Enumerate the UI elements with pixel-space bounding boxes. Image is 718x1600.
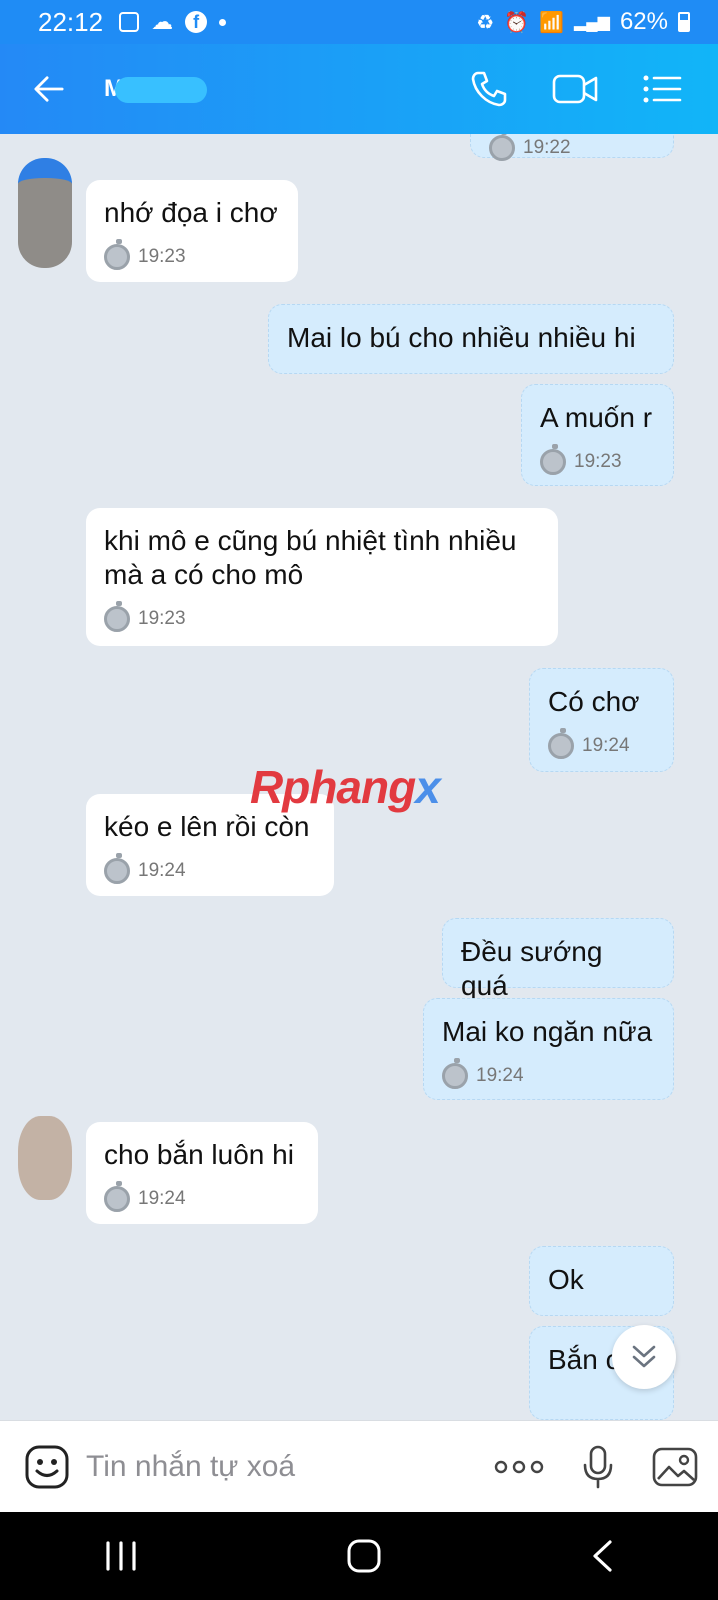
recycle-icon: ♻ <box>476 11 495 34</box>
stopwatch-icon <box>489 134 515 161</box>
list-menu-icon[interactable] <box>642 74 682 104</box>
status-time: 22:12 <box>38 6 104 37</box>
image-gallery-icon[interactable] <box>652 1447 698 1487</box>
message-time: 19:24 <box>138 860 186 881</box>
avatar[interactable] <box>18 1116 72 1200</box>
watermark-logo: Rphangx <box>250 761 441 813</box>
video-camera-icon[interactable] <box>552 72 598 106</box>
message-bubble-incoming[interactable]: khi mô e cũng bú nhiệt tình nhiều mà a c… <box>86 508 558 646</box>
arrow-left-icon <box>34 76 64 102</box>
message-bubble-incoming[interactable]: nhớ đọa i chơ 19:23 <box>86 180 298 282</box>
message-bubble-outgoing[interactable]: Đều sướng quá <box>442 918 674 1001</box>
message-text: cho bắn luôn hi <box>104 1139 294 1170</box>
message-bubble-outgoing[interactable]: Có chơ 19:24 <box>529 668 674 772</box>
more-dots-icon[interactable] <box>494 1457 544 1477</box>
message-bubble-incoming[interactable]: cho bắn luôn hi 19:24 <box>86 1122 318 1224</box>
cloud-icon: ☁ <box>151 9 174 34</box>
message-text: Đều sướng quá <box>461 936 611 1001</box>
message-time: 19:22 <box>523 137 571 158</box>
recent-apps-icon[interactable] <box>104 1541 138 1571</box>
alarm-icon: ⏰ <box>504 11 530 34</box>
stopwatch-icon <box>442 1058 468 1089</box>
message-text: khi mô e cũng bú nhiệt tình nhiều mà a c… <box>104 525 517 590</box>
microphone-icon[interactable] <box>582 1445 614 1489</box>
avatar[interactable] <box>18 158 72 268</box>
stopwatch-icon <box>104 239 130 270</box>
stopwatch-icon <box>548 728 574 759</box>
message-bubble-outgoing[interactable]: Mai lo bú cho nhiều nhiều hi <box>268 304 674 374</box>
message-text: Mai lo bú cho nhiều nhiều hi <box>287 322 636 353</box>
message-text: Có chơ <box>548 686 640 717</box>
gallery-notification-icon <box>119 12 140 32</box>
battery-icon <box>678 12 690 32</box>
message-time: 19:24 <box>582 735 630 756</box>
home-icon[interactable] <box>346 1538 382 1574</box>
message-text: Ok <box>548 1264 584 1295</box>
message-bubble-outgoing[interactable]: Ok <box>529 1246 674 1316</box>
message-time: 19:24 <box>476 1065 524 1086</box>
back-nav-icon[interactable] <box>590 1539 614 1573</box>
message-time: 19:24 <box>138 1188 186 1209</box>
message-input[interactable]: Tin nhắn tự xoá <box>86 1450 295 1484</box>
emoji-face-icon[interactable] <box>24 1444 70 1490</box>
message-text: nhớ đọa i chơ <box>104 197 278 228</box>
double-chevron-down-icon <box>632 1345 656 1368</box>
message-text: kéo e lên rồi còn <box>104 811 310 842</box>
message-bubble-outgoing[interactable]: Mai ko ngăn nữa 19:24 <box>423 998 674 1100</box>
message-time: 19:23 <box>138 608 186 629</box>
message-text: Mai ko ngăn nữa <box>442 1016 653 1047</box>
phone-icon[interactable] <box>470 70 508 108</box>
status-bar: 22:12 ☁ f ♻ ⏰ 📶 ▂▄▆ 62% <box>0 0 718 44</box>
message-text: A muốn r <box>540 402 653 433</box>
scroll-to-bottom-button[interactable] <box>612 1325 676 1389</box>
message-time: 19:23 <box>138 246 186 267</box>
chat-header: M <box>0 44 718 134</box>
message-bubble-outgoing[interactable]: 19:22 <box>470 134 674 161</box>
wifi-icon: 📶 <box>539 11 564 34</box>
facebook-icon: f <box>185 11 208 33</box>
stopwatch-icon <box>104 1181 130 1212</box>
system-navigation-bar <box>0 1512 718 1600</box>
redacted-name <box>115 76 207 103</box>
stopwatch-icon <box>104 853 130 884</box>
message-input-bar: Tin nhắn tự xoá <box>0 1420 718 1512</box>
stopwatch-icon <box>104 601 130 632</box>
back-button[interactable] <box>34 74 64 104</box>
contact-name[interactable]: M <box>104 75 207 103</box>
message-bubble-outgoing[interactable]: A muốn r 19:23 <box>521 384 674 486</box>
stopwatch-icon <box>540 444 566 475</box>
notification-dot-icon <box>219 18 227 26</box>
battery-percent: 62% <box>619 8 668 35</box>
message-time: 19:23 <box>574 451 622 472</box>
signal-icon: ▂▄▆ <box>574 14 610 31</box>
